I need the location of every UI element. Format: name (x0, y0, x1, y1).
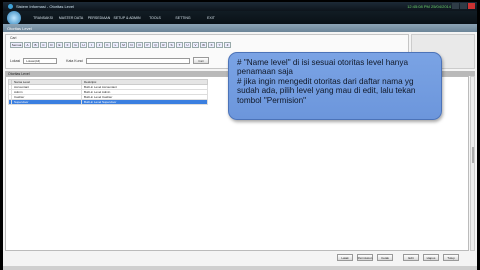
letter-button-v[interactable]: V (192, 42, 199, 48)
letter-button-r[interactable]: R (160, 42, 167, 48)
cell-description[interactable]: Built-in Level Supervisor (81, 99, 208, 105)
edit-button[interactable]: Edit (403, 254, 419, 261)
app-icon (8, 4, 13, 9)
search-button[interactable]: Cari (193, 57, 210, 64)
letter-button-d[interactable]: D (48, 42, 55, 48)
letter-button-n[interactable]: N (128, 42, 135, 48)
location-select[interactable]: Lokasi(All) (23, 57, 58, 64)
action-buttons: Latak Permission Cetak Edit Hapus Tutup (337, 254, 459, 261)
latak-button[interactable]: Latak (337, 254, 353, 261)
page-title: Otoritas Level (7, 25, 32, 31)
cell-level-name[interactable]: Supervisor (11, 99, 82, 105)
menu-bar: TRANSAKSI MASTER DATA PERSEDIAAN SETUP & AD… (3, 10, 477, 25)
annotation-callout: # "Name level" di isi sesuai otoritas le… (228, 52, 442, 120)
letter-button-o[interactable]: O (136, 42, 143, 48)
table-row[interactable]: Supervisor Built-in Level Supervisor (8, 99, 208, 105)
annotation-text: # "Name level" di isi sesuai otoritas le… (237, 58, 416, 105)
title-bar: Sistem Informasi - Otoritas Level 12:45:… (3, 2, 477, 11)
letter-button-j[interactable]: J (96, 42, 103, 48)
vertical-scrollbar[interactable] (470, 76, 475, 251)
letter-button-a[interactable]: A (24, 42, 31, 48)
letter-button-b[interactable]: B (32, 42, 39, 48)
page-header: Otoritas Level (3, 24, 477, 32)
clock: 12:45:08 PM 25/04/2014 (407, 4, 451, 9)
scrollbar-thumb[interactable] (472, 147, 474, 163)
list-title: Otoritas Level (8, 71, 30, 76)
menu-item-setting[interactable]: SETTING (169, 16, 197, 20)
level-table: Nama Level Deskripsi Accountant Built-in … (8, 79, 208, 105)
cetak-button[interactable]: Cetak (377, 254, 393, 261)
letter-button-x[interactable]: X (208, 42, 215, 48)
letter-button-w[interactable]: W (200, 42, 207, 48)
letter-button-i[interactable]: I (88, 42, 95, 48)
letter-button-m[interactable]: M (120, 42, 127, 48)
app-window: Sistem Informasi - Otoritas Level 12:45:… (0, 0, 480, 270)
letter-button-c[interactable]: C (40, 42, 47, 48)
letter-button-k[interactable]: K (104, 42, 111, 48)
menu-item-master-data[interactable]: MASTER DATA (57, 16, 85, 20)
letter-button-t[interactable]: T (176, 42, 183, 48)
letter-button-y[interactable]: Y (216, 42, 223, 48)
letter-button-g[interactable]: G (72, 42, 79, 48)
keyword-label: Kata Kunci (66, 58, 84, 63)
letter-button-semua[interactable]: Semua (10, 42, 23, 48)
minimize-icon[interactable] (452, 3, 459, 9)
status-bar (3, 266, 477, 270)
search-fields: Lokasi Lokasi(All) Kata Kunci Cari (10, 57, 210, 64)
menu-item-transaksi[interactable]: TRANSAKSI (29, 16, 57, 20)
logo-icon (7, 10, 21, 25)
maximize-icon[interactable] (460, 3, 467, 9)
letter-button-s[interactable]: S (168, 42, 175, 48)
hapus-button[interactable]: Hapus (423, 254, 439, 261)
window-title: Sistem Informasi - Otoritas Level (16, 4, 75, 9)
menu-items: TRANSAKSI MASTER DATA PERSEDIAAN SETUP & AD… (29, 16, 225, 20)
close-icon[interactable] (468, 3, 475, 9)
letter-button-f[interactable]: F (64, 42, 71, 48)
keyword-input[interactable] (86, 57, 191, 64)
letter-filter: Semua A B C D E F G H I J K L M N O P Q R S T U V W X Y Z (10, 42, 231, 48)
letter-button-z[interactable]: Z (224, 42, 231, 48)
letter-button-p[interactable]: P (144, 42, 151, 48)
mouse-cursor-icon (45, 106, 48, 112)
location-label: Lokasi (10, 58, 21, 63)
letter-button-u[interactable]: U (184, 42, 191, 48)
window-controls (452, 3, 475, 9)
letter-button-l[interactable]: L (112, 42, 119, 48)
tutup-button[interactable]: Tutup (443, 254, 459, 261)
menu-item-tools[interactable]: TOOLS (141, 16, 169, 20)
search-legend: Cari (10, 36, 17, 40)
permission-button[interactable]: Permission (357, 254, 373, 261)
menu-item-persediaan[interactable]: PERSEDIAAN (85, 16, 113, 20)
menu-item-setup-admin[interactable]: SETUP & ADMIN (113, 16, 141, 20)
menu-item-exit[interactable]: EXIT (197, 16, 225, 20)
letter-button-q[interactable]: Q (152, 42, 159, 48)
letter-button-h[interactable]: H (80, 42, 87, 48)
letter-button-e[interactable]: E (56, 42, 63, 48)
